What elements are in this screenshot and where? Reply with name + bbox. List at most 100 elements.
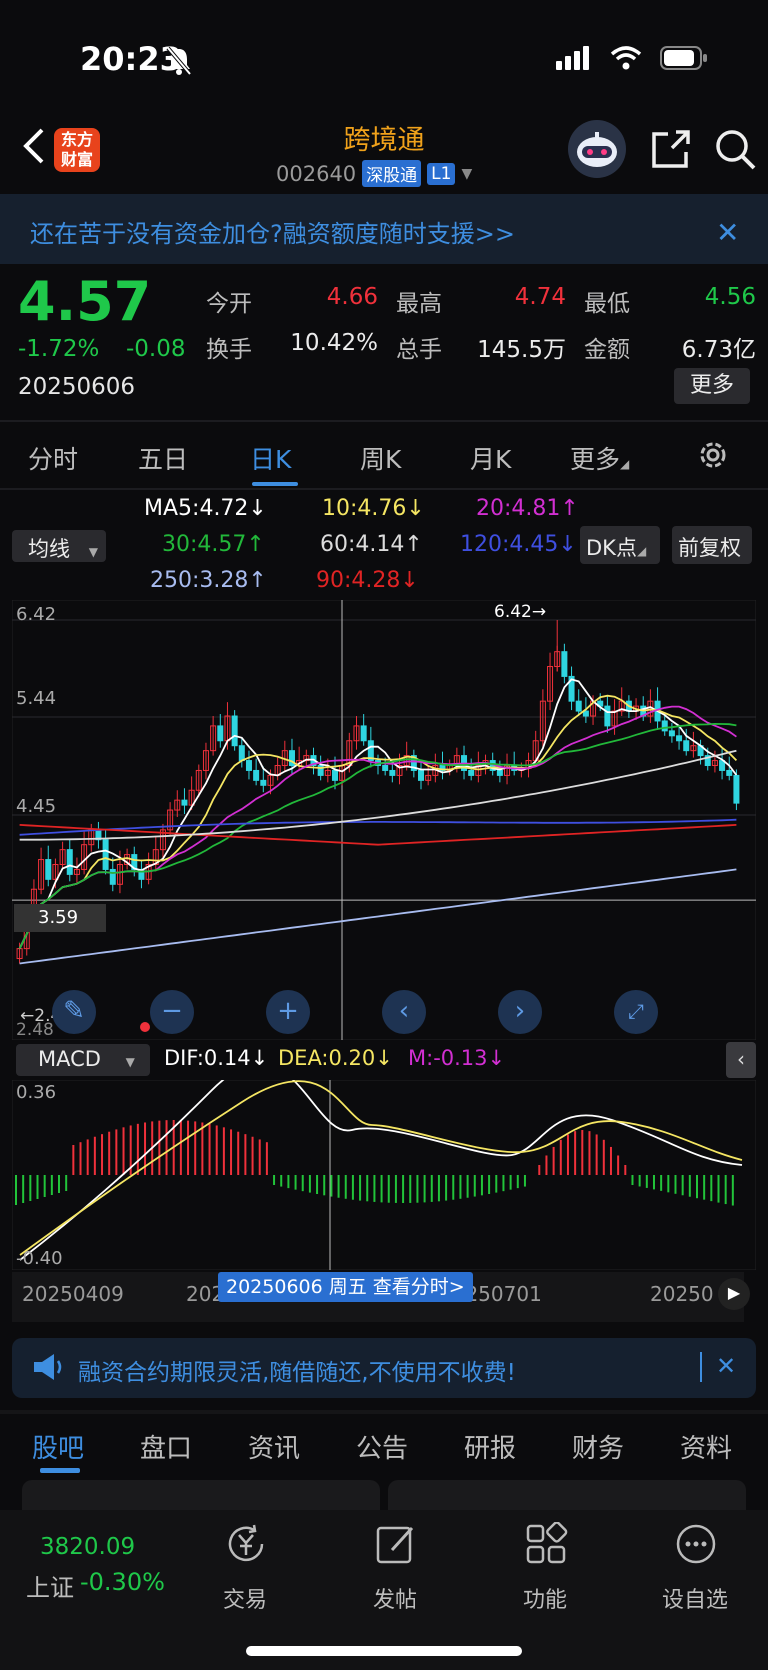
high-label: 最高: [396, 291, 442, 317]
tab-notice[interactable]: 公告: [356, 1428, 408, 1465]
footer-trade[interactable]: 交易: [200, 1582, 290, 1614]
caret-down-icon[interactable]: ▼: [461, 166, 472, 182]
scroll-right-button[interactable]: ›: [498, 990, 542, 1034]
indicator-selector[interactable]: MACD ▼: [16, 1044, 150, 1076]
stock-code: 002640: [276, 161, 357, 186]
footer-functions[interactable]: 功能: [500, 1582, 590, 1614]
app-root: 20:23 东方财富 跨境通 002640 深股通 L1 ▼ 还在苦于没有资金加…: [0, 0, 768, 1670]
candle-body: [217, 725, 224, 742]
grid-icon[interactable]: [524, 1521, 568, 1566]
silent-bell-icon: [166, 46, 192, 80]
candle-body: [260, 779, 267, 786]
y-label-top: 6.42: [16, 604, 57, 625]
low-label: 最低: [584, 291, 630, 317]
play-icon[interactable]: ▶: [718, 1278, 750, 1310]
tab-daily-k[interactable]: 日K: [250, 440, 291, 476]
battery-icon: [660, 46, 708, 74]
more-quote-button[interactable]: 更多: [674, 368, 750, 404]
candle-body: [668, 730, 675, 737]
change-percent: -1.72%: [18, 336, 100, 362]
yuan-exchange-icon[interactable]: [224, 1522, 268, 1566]
chart-bg: [12, 600, 756, 1040]
tab-research[interactable]: 研报: [464, 1428, 516, 1465]
zoom-in-button[interactable]: +: [266, 990, 310, 1034]
indicator-label: MACD: [38, 1047, 101, 1071]
ma30-value: 30:4.57↑: [162, 532, 265, 557]
candle-body: [331, 769, 338, 781]
divider: [0, 1410, 768, 1414]
candle-body: [468, 769, 475, 776]
close-icon[interactable]: ✕: [716, 216, 739, 249]
search-icon[interactable]: [714, 128, 758, 176]
edit-icon[interactable]: [374, 1522, 418, 1566]
dk-point-button[interactable]: DK点◢: [580, 526, 660, 564]
tab-news[interactable]: 资讯: [248, 1428, 300, 1465]
turnover-label: 换手: [206, 337, 252, 363]
tab-monthly-k[interactable]: 月K: [470, 440, 511, 476]
active-tab-indicator: [252, 482, 298, 486]
ma-selector[interactable]: 均线 ▼: [12, 530, 106, 562]
open-label: 今开: [206, 291, 252, 317]
index-change[interactable]: -0.30%: [80, 1568, 165, 1596]
divider: [0, 420, 768, 422]
macd-chart[interactable]: [12, 1080, 756, 1270]
tab-more-label: 更多: [570, 445, 621, 474]
caret-icon: ◢: [636, 544, 647, 558]
close-icon[interactable]: ✕: [716, 1352, 736, 1380]
tab-profile[interactable]: 资料: [680, 1428, 732, 1465]
candle-body: [733, 774, 740, 804]
tab-guba[interactable]: 股吧: [32, 1428, 84, 1465]
wifi-icon: [610, 46, 642, 74]
index-name[interactable]: 上证: [26, 1568, 74, 1603]
candle-body: [561, 651, 568, 677]
footer-post[interactable]: 发帖: [350, 1582, 440, 1614]
status-icons: [556, 46, 708, 74]
tab-pankou[interactable]: 盘口: [140, 1428, 192, 1465]
quote-date: 20250606: [18, 374, 136, 400]
tab-intraday[interactable]: 分时: [28, 440, 78, 476]
adjust-button[interactable]: 前复权: [672, 526, 752, 564]
scroll-left-button[interactable]: ‹: [382, 990, 426, 1034]
candle-body: [102, 839, 109, 870]
ma10-value: 10:4.76↓: [322, 496, 425, 521]
macd-m: M:-0.13↓: [408, 1046, 506, 1070]
signal-icon: [556, 46, 592, 74]
robot-assistant-icon[interactable]: [568, 120, 626, 178]
ma-selector-label: 均线: [28, 537, 70, 561]
gear-icon[interactable]: [696, 438, 730, 476]
candle-body: [726, 769, 733, 776]
dk-label: DK点: [586, 536, 637, 560]
crosshair-price-label: 3.59: [14, 904, 106, 932]
banner-text[interactable]: 还在苦于没有资金加仓?融资额度随时支援>>: [30, 214, 515, 249]
volume-value: 145.5万: [477, 337, 566, 363]
fullscreen-button[interactable]: ⤢: [614, 990, 658, 1034]
zoom-out-button[interactable]: −: [150, 990, 194, 1034]
candle-body: [109, 868, 116, 885]
candle-body: [604, 705, 611, 727]
divider: [700, 1352, 702, 1382]
candle-body: [360, 725, 367, 742]
tab-five-day[interactable]: 五日: [138, 440, 188, 476]
draw-tool-button[interactable]: ✎: [52, 990, 96, 1034]
date-tooltip[interactable]: 20250606 周五 查看分时>: [218, 1272, 473, 1302]
candle-body: [676, 735, 683, 742]
candle-body: [181, 799, 188, 806]
post-card[interactable]: [22, 1480, 380, 1510]
footer-watchlist[interactable]: 设自选: [650, 1582, 740, 1614]
kline-chart[interactable]: [12, 600, 756, 1040]
index-value[interactable]: 3820.09: [40, 1534, 135, 1560]
promo-text[interactable]: 融资合约期限灵活,随借随还,不使用不收费!: [78, 1353, 516, 1387]
macd-top-label: 0.36: [16, 1082, 57, 1103]
post-card[interactable]: [388, 1480, 746, 1510]
chevron-left-icon[interactable]: ‹: [726, 1042, 756, 1078]
candle-body: [496, 769, 503, 776]
share-icon[interactable]: [650, 128, 692, 174]
more-dots-icon[interactable]: [674, 1522, 718, 1566]
ma5-value: MA5:4.72↓: [144, 496, 267, 521]
macd-bottom-label: -0.40: [16, 1248, 63, 1269]
y-label-bottom: 2.48: [16, 1020, 54, 1040]
tab-more[interactable]: 更多◢: [570, 440, 629, 476]
tab-weekly-k[interactable]: 周K: [360, 440, 401, 476]
y-label-mid: 5.44: [16, 688, 57, 709]
tab-finance[interactable]: 财务: [572, 1428, 624, 1465]
